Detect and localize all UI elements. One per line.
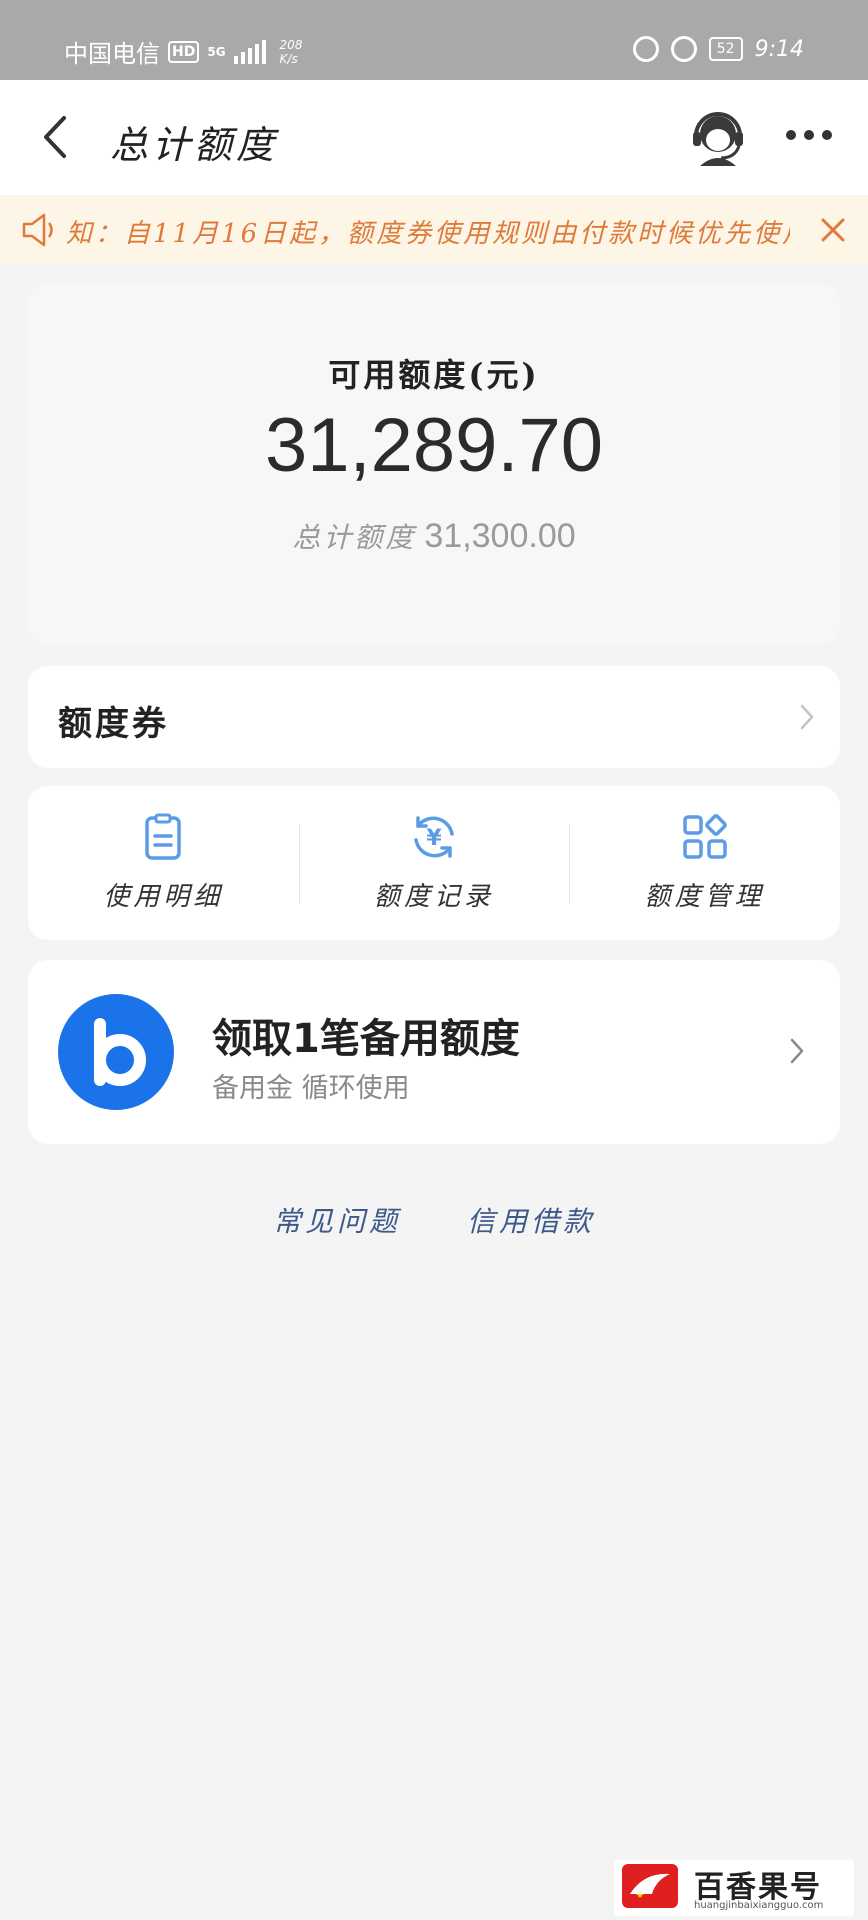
usage-details-label: 使用明细 (103, 882, 224, 912)
signal-icon (233, 39, 266, 64)
carrier-name: 中国电信 (64, 40, 160, 68)
clock: 9:14 (754, 36, 804, 62)
quota-voucher-row[interactable]: 额度券 (28, 666, 840, 768)
faq-link[interactable]: 常见问题 (273, 1200, 401, 1240)
quota-voucher-label: 额度券 (58, 704, 169, 744)
total-quota-label: 总计额度 (292, 521, 417, 554)
top-navigation-bar: 总计额度 (0, 80, 868, 195)
speaker-icon (22, 213, 53, 247)
page-title: 总计额度 (110, 123, 279, 167)
apps-grid-icon (682, 814, 727, 859)
notice-text: 知：自11月16日起，额度券使用规则由付款时候优先使用 (66, 219, 790, 249)
total-quota-value: 31,300.00 (424, 517, 576, 555)
status-bar: 中国电信 HD 5G 208 K/s 52 9:14 (0, 0, 868, 80)
available-quota-card: 可用额度(元) 31,289.70 总计额度 31,300.00 (28, 284, 840, 644)
credit-loan-link[interactable]: 信用借款 (467, 1200, 595, 1240)
watermark-logo-icon (622, 1864, 678, 1908)
network-type: 5G (207, 44, 226, 59)
quota-actions: 使用明细 ¥ 额度记录 额度管理 (28, 786, 840, 940)
document-list-icon (145, 813, 182, 860)
backup-quota-promo[interactable]: 领取1笔备用额度 备用金 循环使用 (28, 960, 840, 1144)
total-quota: 总计额度 31,300.00 (28, 516, 840, 556)
customer-service-icon[interactable] (688, 106, 748, 166)
usage-details-button[interactable]: 使用明细 (28, 786, 299, 940)
quota-records-label: 额度记录 (374, 882, 495, 912)
footer-links: 常见问题 信用借款 (0, 1200, 868, 1240)
battery-icon: 52 (708, 37, 743, 61)
promo-subtitle: 备用金 循环使用 (212, 1073, 410, 1104)
chevron-right-icon (790, 1038, 804, 1064)
data-saver-icon (632, 36, 659, 62)
b-logo-icon (58, 994, 174, 1110)
promo-title: 领取1笔备用额度 (212, 1016, 520, 1062)
close-icon[interactable] (818, 215, 848, 245)
quota-management-label: 额度管理 (644, 882, 765, 912)
watermark-url: huangjinbaixiangguo.com (694, 1900, 824, 1911)
notice-bar[interactable]: 知：自11月16日起，额度券使用规则由付款时候优先使用 (0, 195, 868, 265)
chevron-right-icon (800, 704, 814, 730)
more-dots-icon[interactable] (786, 130, 832, 140)
quota-records-button[interactable]: ¥ 额度记录 (298, 786, 570, 940)
chevron-left-icon[interactable] (36, 112, 76, 162)
available-quota-label: 可用额度(元) (328, 356, 540, 394)
available-quota-amount: 31,289.70 (264, 403, 604, 488)
hd-badge: HD (168, 40, 200, 63)
alarm-icon (670, 36, 697, 62)
watermark: 百香果号 huangjinbaixiangguo.com (614, 1860, 854, 1916)
network-speed: 208 K/s (279, 37, 303, 66)
quota-management-button[interactable]: 额度管理 (569, 786, 840, 940)
svg-text:¥: ¥ (426, 826, 442, 851)
yuan-cycle-icon: ¥ (414, 816, 454, 858)
